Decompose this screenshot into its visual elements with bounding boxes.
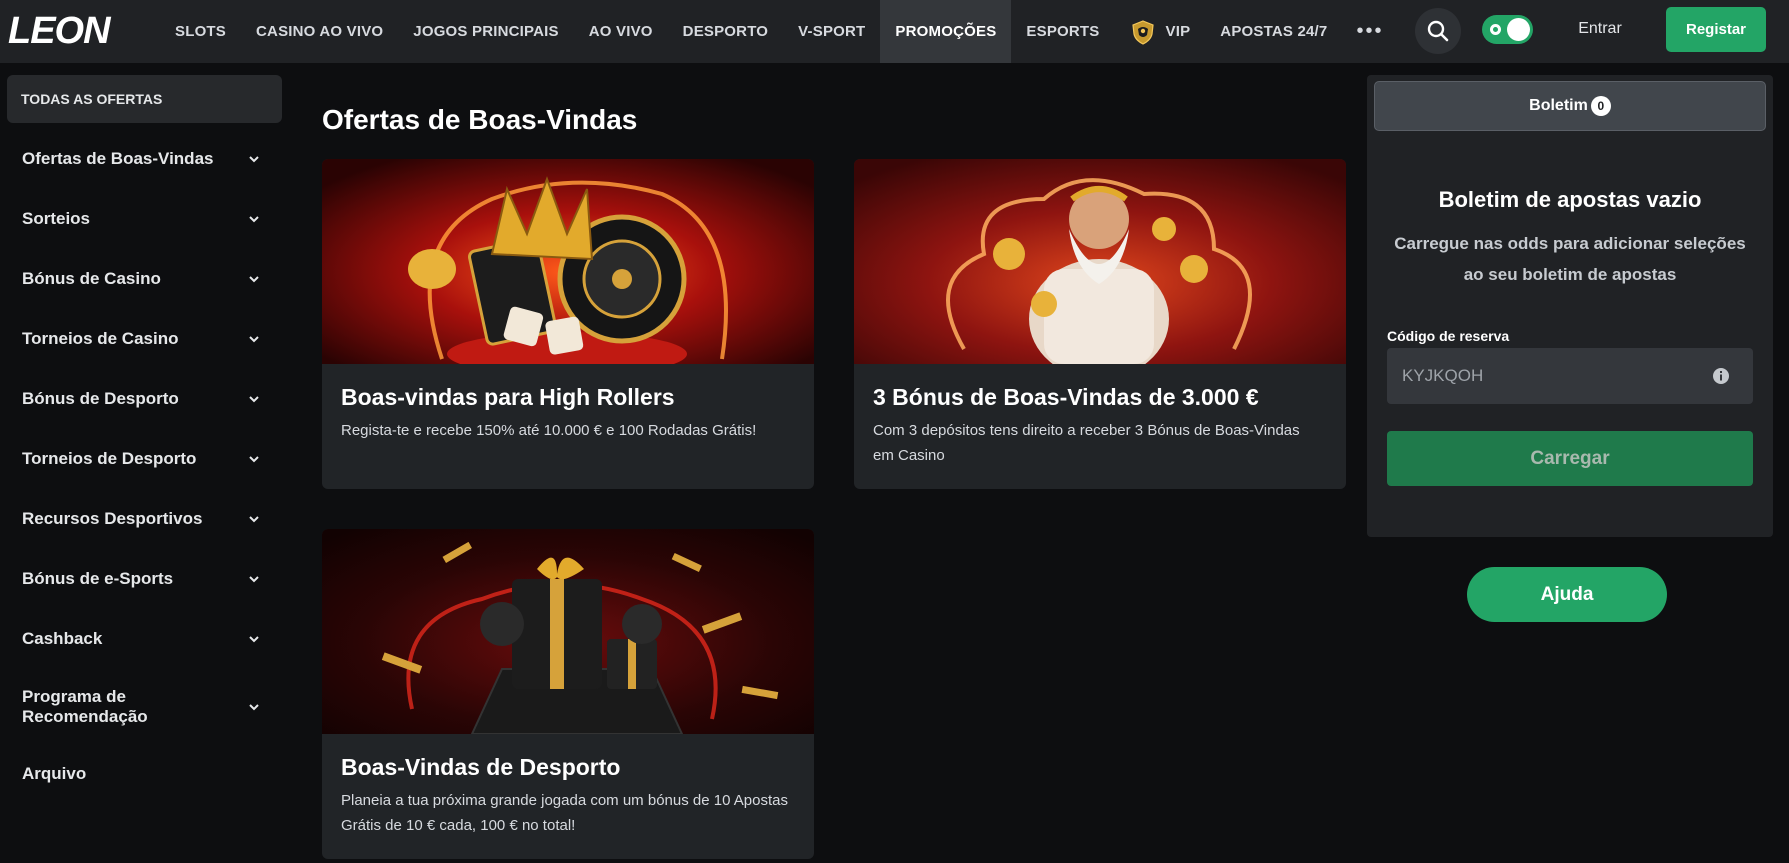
sidebar-item-bonus-casino[interactable]: Bónus de Casino xyxy=(7,249,282,309)
gift-boxes-confetti-banner xyxy=(322,529,814,734)
nav-item-jogos-principais[interactable]: JOGOS PRINCIPAIS xyxy=(398,0,573,63)
booking-code-input[interactable] xyxy=(1387,348,1753,404)
chevron-down-icon xyxy=(249,156,259,163)
nav-label: SLOTS xyxy=(175,23,227,40)
register-button[interactable]: Registar xyxy=(1666,7,1766,52)
nav-label: V-SPORT xyxy=(798,23,866,40)
empty-betslip-description: Carregue nas odds para adicionar seleçõe… xyxy=(1394,234,1746,284)
betslip-panel: Boletim 0 Boletim de apostas vazio Carre… xyxy=(1367,75,1773,537)
nav-item-v-sport[interactable]: V-SPORT xyxy=(783,0,880,63)
lion-shield-icon xyxy=(1131,19,1154,45)
offer-title: Boas-Vindas de Desporto xyxy=(341,754,621,780)
nav-label: VIP xyxy=(1165,23,1191,40)
sidebar-item-label: Recursos Desportivos xyxy=(22,509,203,528)
sidebar-item-torneios-desporto[interactable]: Torneios de Desporto xyxy=(7,429,282,489)
booking-code-label: Código de reserva xyxy=(1387,328,1510,344)
offer-card-3-bonus[interactable]: 3 Bónus de Boas-Vindas de 3.000 € Com 3 … xyxy=(854,159,1346,489)
nav-item-apostas-24-7[interactable]: APOSTAS 24/7 xyxy=(1205,0,1342,63)
nav-label: DESPORTO xyxy=(682,23,769,40)
chevron-down-icon xyxy=(249,396,259,403)
leon-logo[interactable]: LEON xyxy=(8,10,140,50)
nav-item-ao-vivo[interactable]: AO VIVO xyxy=(574,0,668,63)
offer-card-high-rollers[interactable]: Boas-vindas para High Rollers Regista-te… xyxy=(322,159,814,489)
nav-item-promocoes[interactable]: PROMOÇÕES xyxy=(880,0,1012,63)
sidebar-item-recursos-desportivos[interactable]: Recursos Desportivos xyxy=(7,489,282,549)
empty-betslip-title: Boletim de apostas vazio xyxy=(1438,187,1702,212)
sidebar-item-bonus-esports[interactable]: Bónus de e-Sports xyxy=(7,549,282,609)
nav-item-slots[interactable]: SLOTS xyxy=(160,0,241,63)
betslip-count-badge: 0 xyxy=(1590,96,1611,116)
nav-item-casino-ao-vivo[interactable]: CASINO AO VIVO xyxy=(241,0,398,63)
load-booking-button[interactable]: Carregar xyxy=(1387,431,1753,486)
offers-sidebar: TODAS AS OFERTAS Ofertas de Boas-Vindas … xyxy=(7,75,282,804)
sidebar-item-label: Ofertas de Boas-Vindas xyxy=(22,149,214,168)
top-navigation-bar: LEON SLOTS CASINO AO VIVO JOGOS PRINCIPA… xyxy=(0,0,1789,63)
toggle-knob xyxy=(1507,18,1530,41)
sidebar-item-arquivo[interactable]: Arquivo xyxy=(7,744,282,804)
chevron-down-icon xyxy=(249,216,259,223)
sidebar-item-label: Torneios de Desporto xyxy=(22,449,197,468)
sidebar-item-label: Arquivo xyxy=(22,764,87,783)
betslip-tab[interactable]: Boletim 0 xyxy=(1374,81,1766,131)
sidebar-item-label: Bónus de Casino xyxy=(22,269,161,288)
page-title: Ofertas de Boas-Vindas xyxy=(322,104,638,135)
theme-toggle[interactable] xyxy=(1482,15,1533,44)
logo-text: LEON xyxy=(8,10,112,50)
more-horizontal-icon[interactable]: ••• xyxy=(1342,0,1397,63)
all-offers-button[interactable]: TODAS AS OFERTAS xyxy=(7,75,282,123)
chevron-down-icon xyxy=(249,336,259,343)
sidebar-item-label: Bónus de e-Sports xyxy=(22,569,174,588)
offer-description: Regista-te e recebe 150% até 10.000 € e … xyxy=(341,422,757,439)
offer-card-desporto[interactable]: Boas-Vindas de Desporto Planeia a tua pr… xyxy=(322,529,814,859)
info-icon[interactable] xyxy=(1712,367,1730,385)
sidebar-item-bonus-desporto[interactable]: Bónus de Desporto xyxy=(7,369,282,429)
nav-label: JOGOS PRINCIPAIS xyxy=(413,23,559,40)
chevron-down-icon xyxy=(249,456,259,463)
help-button[interactable]: Ajuda xyxy=(1467,567,1667,622)
sidebar-item-label: Bónus de Desporto xyxy=(22,389,179,408)
login-link[interactable]: Entrar xyxy=(1560,0,1640,58)
chevron-down-icon xyxy=(249,576,259,583)
sidebar-item-torneios-casino[interactable]: Torneios de Casino xyxy=(7,309,282,369)
nav-label: AO VIVO xyxy=(588,23,653,40)
nav-label: APOSTAS 24/7 xyxy=(1220,23,1328,40)
offer-title: Boas-vindas para High Rollers xyxy=(341,384,675,410)
chevron-down-icon xyxy=(249,703,259,710)
nav-item-esports[interactable]: ESPORTS xyxy=(1011,0,1114,63)
betslip-tab-label: Boletim xyxy=(1529,97,1588,114)
sidebar-item-programa-recomendacao[interactable]: Programa de Recomendação xyxy=(7,669,282,744)
search-icon xyxy=(1427,20,1449,42)
search-button[interactable] xyxy=(1415,8,1461,54)
crown-roulette-dice-banner xyxy=(322,159,814,364)
offer-title: 3 Bónus de Boas-Vindas de 3.000 € xyxy=(873,384,1259,410)
sidebar-item-cashback[interactable]: Cashback xyxy=(7,609,282,669)
chevron-down-icon xyxy=(249,276,259,283)
offer-description: Planeia a tua próxima grande jogada com … xyxy=(341,792,788,834)
chevron-down-icon xyxy=(249,516,259,523)
chevron-down-icon xyxy=(249,636,259,643)
nav-item-vip[interactable]: VIP xyxy=(1115,0,1206,63)
sidebar-item-label: Programa de Recomendação xyxy=(22,686,148,726)
sidebar-item-label: Cashback xyxy=(22,629,103,648)
nav-label: ESPORTS xyxy=(1026,23,1100,40)
nav-label: CASINO AO VIVO xyxy=(256,23,384,40)
nav-label: PROMOÇÕES xyxy=(895,23,997,40)
nav-item-desporto[interactable]: DESPORTO xyxy=(668,0,784,63)
sidebar-item-label: Sorteios xyxy=(22,209,91,228)
toggle-off-indicator xyxy=(1490,24,1501,35)
offer-description: Com 3 depósitos tens direito a receber 3… xyxy=(873,422,1300,464)
sidebar-item-label: Torneios de Casino xyxy=(22,329,179,348)
main-nav: SLOTS CASINO AO VIVO JOGOS PRINCIPAIS AO… xyxy=(160,0,1397,63)
sidebar-item-sorteios[interactable]: Sorteios xyxy=(7,189,282,249)
zeus-gold-coins-banner xyxy=(854,159,1346,364)
sidebar-item-ofertas-boas-vindas[interactable]: Ofertas de Boas-Vindas xyxy=(7,129,282,189)
